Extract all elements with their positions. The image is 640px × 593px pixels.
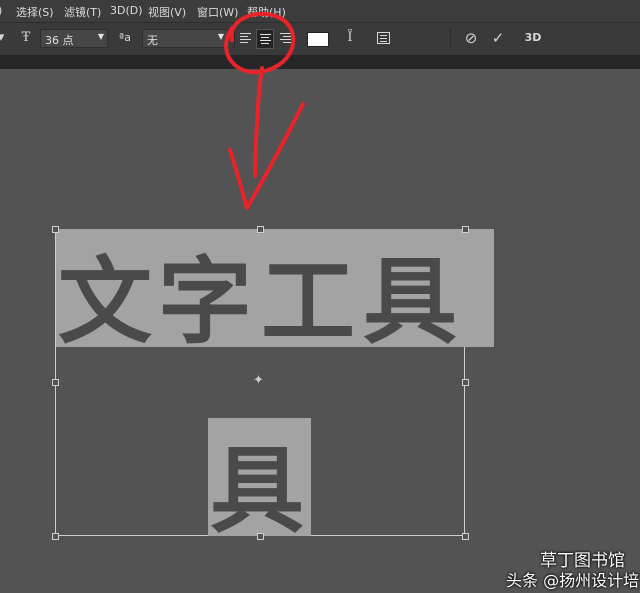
warp-text-icon[interactable]: Ϊ <box>340 29 360 47</box>
text-char-5: 具 <box>210 437 305 546</box>
menu-filter[interactable]: 滤镜(T) <box>64 4 101 20</box>
watermark-credit: 头条 @扬州设计培训 <box>506 571 640 590</box>
text-char-2: 字 <box>158 248 253 357</box>
cancel-icon[interactable]: ⊘ <box>462 29 480 47</box>
menu-view[interactable]: 视图(V) <box>148 4 186 20</box>
menu-window[interactable]: 窗口(W) <box>197 4 238 20</box>
separator <box>234 29 235 49</box>
font-size-value: 36 点 <box>45 34 74 47</box>
transform-handle[interactable] <box>52 226 59 233</box>
align-left-icon[interactable] <box>238 30 254 48</box>
text-char-4: 具 <box>363 248 458 357</box>
text-char-1: 文 <box>58 248 153 357</box>
center-point-icon: ✦ <box>253 373 264 388</box>
anti-alias-icon: ªa <box>119 31 131 44</box>
menu-select[interactable]: 选择(S) <box>16 4 54 20</box>
anti-alias-select[interactable]: 无 ▼ <box>142 29 228 48</box>
transform-handle[interactable] <box>52 533 59 540</box>
document-tab-strip <box>0 55 640 69</box>
commit-check-icon[interactable]: ✓ <box>489 29 507 47</box>
chevron-down-icon: ▼ <box>217 32 224 41</box>
canvas-area[interactable]: 文 字 工 具 具 ✦ <box>0 69 640 593</box>
character-panel-icon[interactable] <box>377 32 390 44</box>
transform-handle[interactable] <box>462 379 469 386</box>
transform-handle[interactable] <box>52 379 59 386</box>
separator <box>450 29 451 49</box>
text-char-3: 工 <box>261 248 356 357</box>
text-orientation-icon[interactable]: Ŧ <box>16 29 36 47</box>
selected-text-line[interactable]: 文 字 工 具 <box>56 229 494 357</box>
text-color-swatch[interactable] <box>307 32 329 47</box>
anti-alias-value: 无 <box>147 34 158 47</box>
transform-handle[interactable] <box>462 533 469 540</box>
transform-handle[interactable] <box>257 226 264 233</box>
transform-handle[interactable] <box>462 226 469 233</box>
selected-text-line[interactable]: 具 <box>208 418 311 546</box>
align-center-icon[interactable] <box>256 29 274 49</box>
menu-bar: ) 选择(S) 滤镜(T) 3D(D) 视图(V) 窗口(W) 帮助(H) <box>0 0 640 22</box>
font-size-select[interactable]: 36 点 ▼ <box>40 29 108 48</box>
chevron-down-icon: ▼ <box>97 32 104 41</box>
options-bar: ▾ Ŧ 36 点 ▼ ªa 无 ▼ Ϊ ⊘ ✓ 3D <box>0 22 640 56</box>
3d-button[interactable]: 3D <box>521 29 545 47</box>
menu-edge: ) <box>0 4 2 17</box>
transform-handle[interactable] <box>257 533 264 540</box>
align-right-icon[interactable] <box>277 30 293 48</box>
tool-preset-arrow-icon[interactable]: ▾ <box>0 29 8 47</box>
menu-3d[interactable]: 3D(D) <box>110 4 143 17</box>
menu-help[interactable]: 帮助(H) <box>247 4 286 20</box>
